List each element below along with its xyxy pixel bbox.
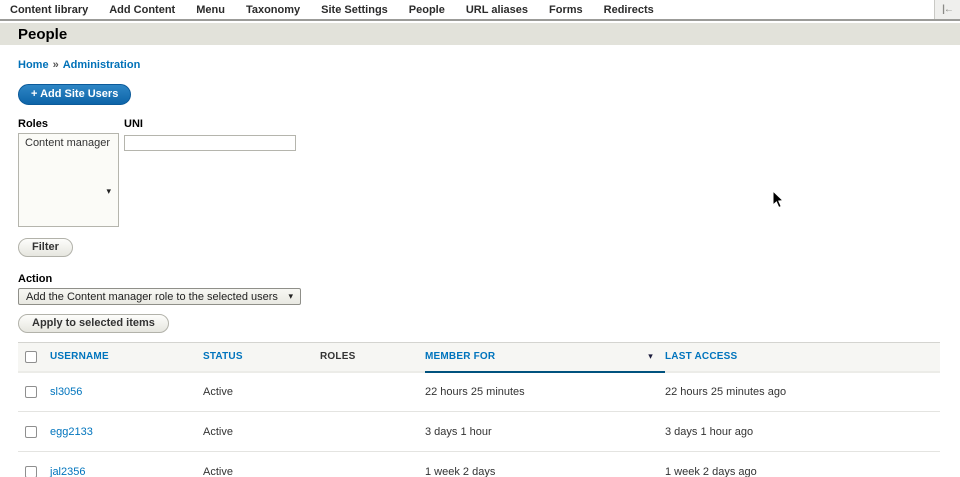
toolbar-item-people[interactable]: People [409,4,445,16]
member-for-cell: 22 hours 25 minutes [425,371,665,412]
username-link[interactable]: egg2133 [50,426,93,438]
roles-header: ROLES [320,342,425,373]
filter-form: Roles Content manager ▾ UNI [18,118,960,227]
select-caret-down-icon: ▾ [288,291,293,301]
users-table-header-row: USERNAME STATUS ROLES MEMBER FOR ▾ LAST … [18,342,940,373]
add-site-users-button[interactable]: + Add Site Users [18,84,132,105]
sort-by-member-for-header[interactable]: MEMBER FOR ▾ [425,342,665,373]
toolbar-item-forms[interactable]: Forms [549,4,583,16]
roles-option-content-manager[interactable]: Content manager [19,134,118,152]
uni-label: UNI [124,118,143,130]
uni-field: UNI [124,118,296,227]
page-header-band: People [0,23,960,45]
action-label: Action [18,273,53,285]
breadcrumb: Home» Administration [18,59,960,71]
table-row: sl3056 Active 22 hours 25 minutes 22 hou… [18,371,940,412]
table-row: jal2356 Active 1 week 2 days 1 week 2 da… [18,451,940,477]
last-access-cell: 1 week 2 days ago [665,451,940,477]
status-cell: Active [203,411,320,452]
toolbar-item-url-aliases[interactable]: URL aliases [466,4,528,16]
last-access-cell: 3 days 1 hour ago [665,411,940,452]
username-link[interactable]: jal2356 [50,466,85,477]
users-table: USERNAME STATUS ROLES MEMBER FOR ▾ LAST … [18,342,940,477]
status-cell: Active [203,451,320,477]
page-content: Home» Administration + Add Site Users Rol… [0,45,960,477]
row-checkbox[interactable] [25,425,37,438]
last-access-cell: 22 hours 25 minutes ago [665,371,940,412]
collapse-toolbar-icon[interactable]: |← [934,0,960,19]
breadcrumb-administration-link[interactable]: Administration [63,59,141,71]
breadcrumb-home-link[interactable]: Home [18,59,49,71]
row-checkbox[interactable] [25,385,37,398]
status-cell: Active [203,371,320,412]
action-select[interactable]: Add the Content manager role to the sele… [18,288,301,305]
toolbar-item-add-content[interactable]: Add Content [109,4,175,16]
roles-cell [320,371,425,412]
roles-cell [320,451,425,477]
username-link[interactable]: sl3056 [50,386,82,398]
breadcrumb-separator: » [52,59,59,71]
member-for-cell: 1 week 2 days [425,451,665,477]
toolbar-item-taxonomy[interactable]: Taxonomy [246,4,300,16]
page-title: People [18,25,68,43]
roles-field: Roles Content manager ▾ [18,118,119,227]
action-selected-option: Add the Content manager role to the sele… [26,290,278,303]
admin-toolbar-menu: Content library Add Content Menu Taxonom… [0,4,654,16]
row-checkbox[interactable] [25,465,37,477]
roles-cell [320,411,425,452]
toolbar-item-site-settings[interactable]: Site Settings [321,4,388,16]
table-row: egg2133 Active 3 days 1 hour 3 days 1 ho… [18,411,940,452]
admin-toolbar: Content library Add Content Menu Taxonom… [0,0,960,21]
people-admin-page: Content library Add Content Menu Taxonom… [0,0,960,477]
select-all-checkbox[interactable] [25,350,37,363]
filter-button[interactable]: Filter [18,238,73,257]
sort-desc-caret-icon: ▾ [648,351,653,362]
toolbar-item-redirects[interactable]: Redirects [604,4,654,16]
listbox-caret-down-icon: ▾ [106,186,111,196]
member-for-header-label[interactable]: MEMBER FOR [425,351,495,362]
roles-listbox[interactable]: Content manager ▾ [18,133,119,227]
sort-by-last-access-header[interactable]: LAST ACCESS [665,351,737,362]
member-for-cell: 3 days 1 hour [425,411,665,452]
toolbar-item-content-library[interactable]: Content library [10,4,88,16]
sort-by-status-header[interactable]: STATUS [203,351,243,362]
toolbar-item-menu[interactable]: Menu [196,4,225,16]
sort-by-username-header[interactable]: USERNAME [50,351,109,362]
apply-to-selected-items-button[interactable]: Apply to selected items [18,314,169,333]
roles-label: Roles [18,118,48,130]
uni-input[interactable] [124,135,296,151]
